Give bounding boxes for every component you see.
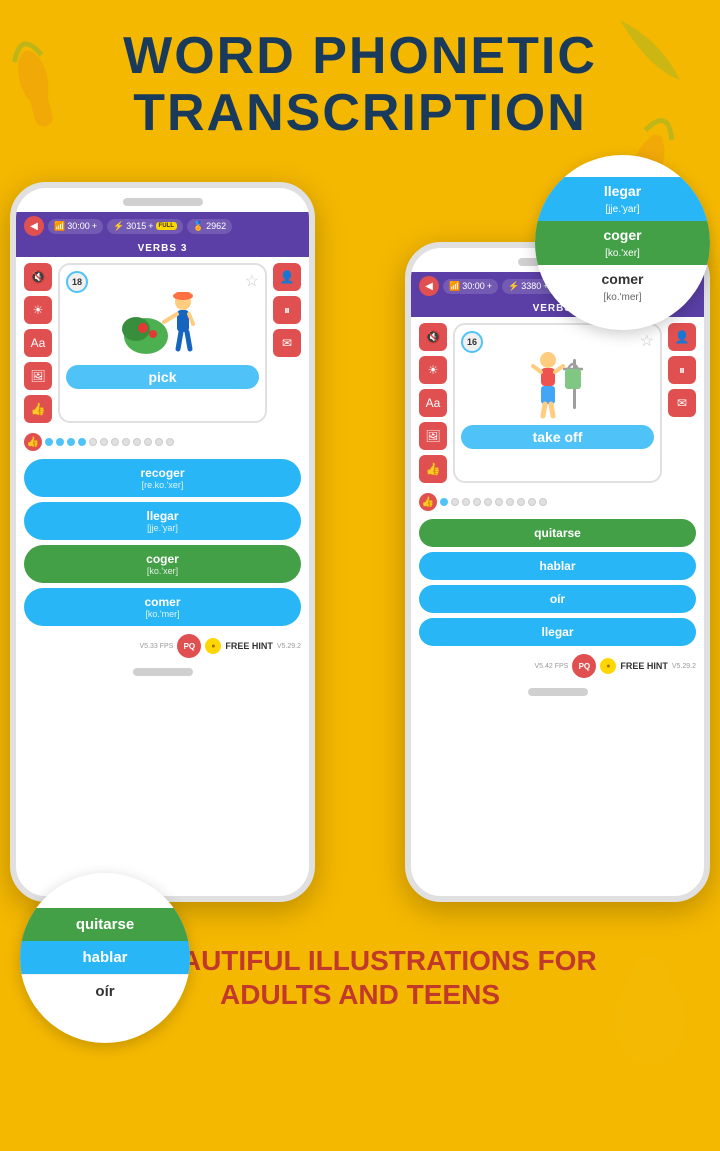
- answers-right: quitarse hablar oír llegar: [411, 515, 704, 650]
- bubble-right-item-1: llegar [jje.'yar]: [535, 177, 710, 221]
- brightness-button[interactable]: ☀: [24, 296, 52, 324]
- side-buttons-left: 🔇 ☀ Aa 🖼 👍: [24, 263, 52, 423]
- lightning-icon-right: ⚡: [508, 281, 519, 292]
- profile-button-left[interactable]: 👤: [273, 263, 301, 291]
- flash-card-right: 16 ☆: [453, 323, 662, 483]
- hint-area-right: V5.42 FPS PQ ● FREE HINT V5.29.2: [411, 650, 704, 682]
- font-button[interactable]: Aa: [24, 329, 52, 357]
- card-number-left: 18: [66, 271, 88, 293]
- card-word-left: pick: [66, 365, 259, 389]
- coins-left: 🏅 2962: [187, 219, 232, 234]
- right-side-buttons-right: 👤 ⏸ ✉: [668, 323, 696, 483]
- bubble-left-item-3: oír: [20, 974, 190, 1008]
- thumb-icon-right: 👍: [419, 493, 437, 511]
- timer-right: 📶 30:00+: [443, 279, 498, 294]
- medal-icon: 🏅: [193, 221, 204, 232]
- lesson-label-left: VERBS 3: [16, 240, 309, 257]
- wifi-icon-right: 📶: [449, 281, 460, 292]
- bubble-right-item-2: coger [ko.'xer]: [535, 221, 710, 265]
- hint-text-right[interactable]: FREE HINT: [620, 661, 668, 671]
- hint-area-left: V5.33 FPS PQ ● FREE HINT V5.29.2: [16, 630, 309, 662]
- answer-btn-4-right[interactable]: llegar: [419, 618, 696, 646]
- home-button-right[interactable]: [528, 688, 588, 696]
- timer-left: 📶 30:00+: [48, 219, 103, 234]
- card-area-left: 🔇 ☀ Aa 🖼 👍 18 ☆: [16, 257, 309, 429]
- answers-left: recoger [re.ko.'xer] llegar [jje.'yar] c…: [16, 455, 309, 630]
- like-button-r[interactable]: 👍: [419, 455, 447, 483]
- answer-btn-2-left[interactable]: llegar [jje.'yar]: [24, 502, 301, 540]
- answer-btn-1-right[interactable]: quitarse: [419, 519, 696, 547]
- phone-left-speaker: [123, 198, 203, 206]
- hint-coin-right: ●: [600, 658, 616, 674]
- card-number-right: 16: [461, 331, 483, 353]
- profile-button-right[interactable]: 👤: [668, 323, 696, 351]
- answer-btn-3-right[interactable]: oír: [419, 585, 696, 613]
- bubble-left-item-1: quitarse: [20, 908, 190, 941]
- bubble-callout-left: quitarse hablar oír: [20, 873, 190, 1043]
- answer-btn-1-left[interactable]: recoger [re.ko.'xer]: [24, 459, 301, 497]
- points-left: ⚡ 3015+ FULL: [107, 219, 183, 234]
- answer-btn-2-right[interactable]: hablar: [419, 552, 696, 580]
- pause-button-right[interactable]: ⏸: [668, 356, 696, 384]
- hint-logo-left: PQ: [177, 634, 201, 658]
- hint-text-left[interactable]: FREE HINT: [225, 641, 273, 651]
- card-star-left[interactable]: ☆: [245, 271, 259, 291]
- flash-card-left: 18 ☆: [58, 263, 267, 423]
- hint-logo-right: PQ: [572, 654, 596, 678]
- back-button-left[interactable]: ◀: [24, 216, 44, 236]
- home-button-left[interactable]: [133, 668, 193, 676]
- side-buttons-right: 🔇 ☀ Aa 🖼 👍: [419, 323, 447, 483]
- back-button-right[interactable]: ◀: [419, 276, 439, 296]
- like-button[interactable]: 👍: [24, 395, 52, 423]
- bubble-callout-right: llegar [jje.'yar] coger [ko.'xer] comer …: [535, 155, 710, 330]
- progress-dots-left: 👍: [16, 429, 309, 455]
- status-bar-left: ◀ 📶 30:00+ ⚡ 3015+ FULL 🏅 2962: [16, 212, 309, 240]
- answer-btn-4-left[interactable]: comer [ko.'mer]: [24, 588, 301, 626]
- brightness-button-r[interactable]: ☀: [419, 356, 447, 384]
- pause-button-left[interactable]: ⏸: [273, 296, 301, 324]
- card-illustration-right: [508, 341, 608, 421]
- app-header: WORD PHONETIC TRANSCRIPTION: [0, 0, 720, 152]
- answer-btn-3-left[interactable]: coger [ko.'xer]: [24, 545, 301, 583]
- image-button-r[interactable]: 🖼: [419, 422, 447, 450]
- phone-right: ◀ 📶 30:00+ ⚡ 3380+ FULL 🏅 2702 VERBS 3 🔇…: [405, 242, 710, 902]
- card-star-right[interactable]: ☆: [640, 331, 654, 351]
- card-word-right: take off: [461, 425, 654, 449]
- card-area-right: 🔇 ☀ Aa 🖼 👍 16 ☆: [411, 317, 704, 489]
- mute-button-r[interactable]: 🔇: [419, 323, 447, 351]
- font-button-r[interactable]: Aa: [419, 389, 447, 417]
- bubble-right-item-3: comer [ko.'mer]: [535, 265, 710, 309]
- hint-coin-left: ●: [205, 638, 221, 654]
- progress-dots-right: 👍: [411, 489, 704, 515]
- right-side-buttons-left: 👤 ⏸ ✉: [273, 263, 301, 423]
- mail-button-left[interactable]: ✉: [273, 329, 301, 357]
- main-title: WORD PHONETIC TRANSCRIPTION: [20, 28, 700, 142]
- image-button[interactable]: 🖼: [24, 362, 52, 390]
- lightning-icon: ⚡: [113, 221, 124, 232]
- bubble-left-item-2: hablar: [20, 941, 190, 974]
- mail-button-right[interactable]: ✉: [668, 389, 696, 417]
- mute-button[interactable]: 🔇: [24, 263, 52, 291]
- card-illustration-left: [113, 281, 213, 361]
- phone-left: ◀ 📶 30:00+ ⚡ 3015+ FULL 🏅 2962 VERBS 3 🔇…: [10, 182, 315, 902]
- wifi-icon: 📶: [54, 221, 65, 232]
- thumb-icon: 👍: [24, 433, 42, 451]
